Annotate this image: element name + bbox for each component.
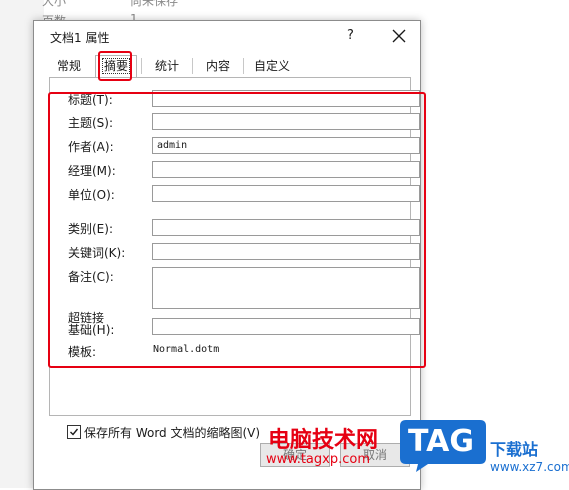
watermark-url: www.tagxp.com	[266, 452, 370, 467]
tab-custom[interactable]: 自定义	[247, 56, 297, 76]
save-thumbnails-checkbox[interactable]	[67, 425, 81, 439]
watermark-right-url: www.xz7.com	[490, 460, 569, 474]
tab-divider	[192, 58, 193, 74]
close-button[interactable]	[386, 24, 412, 48]
tab-divider	[243, 58, 244, 74]
dialog-titlebar[interactable]: 文档1 属性 ?	[34, 21, 420, 51]
tab-label: 内容	[205, 59, 230, 73]
background-label: 大小	[42, 0, 67, 8]
fields-highlight-box	[48, 92, 426, 368]
watermark-cn-text: 电脑技术网	[268, 428, 379, 453]
tab-statistics[interactable]: 统计	[145, 56, 189, 76]
background-value: 尚未保存	[130, 0, 179, 8]
tab-contents[interactable]: 内容	[196, 56, 240, 76]
checkmark-icon	[70, 428, 79, 436]
dialog-title: 文档1 属性	[50, 31, 110, 45]
close-icon	[392, 29, 406, 43]
watermark-right-text: 下载站	[490, 440, 539, 459]
tab-label: 自定义	[253, 59, 290, 73]
watermark-logo: TAG	[398, 418, 488, 474]
watermark-logo-text: TAG	[408, 424, 474, 459]
tab-highlight-box	[98, 51, 132, 81]
tab-general[interactable]: 常规	[49, 56, 89, 76]
save-thumbnails-label: 保存所有 Word 文档的缩略图(V)	[84, 426, 261, 440]
tab-divider	[141, 58, 142, 74]
help-button[interactable]: ?	[347, 28, 354, 43]
tab-label: 常规	[56, 59, 81, 73]
tab-label: 统计	[154, 59, 179, 73]
